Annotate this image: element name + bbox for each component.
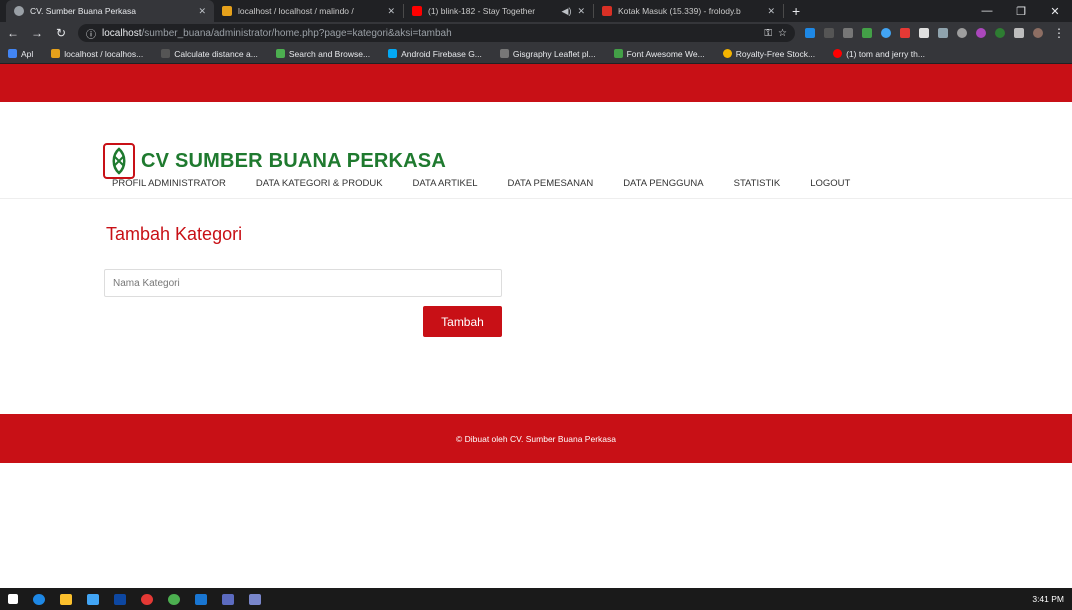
tab-title: localhost / localhost / malindo /: [238, 6, 354, 16]
extension-icon[interactable]: [805, 28, 815, 38]
bookmarks-bar: Apl localhost / localhos... Calculate di…: [0, 44, 1072, 64]
vscode-icon[interactable]: [195, 593, 207, 605]
tab-title: Kotak Masuk (15.339) - frolody.b: [618, 6, 741, 16]
speaker-icon[interactable]: ◀): [562, 6, 572, 17]
close-icon[interactable]: ✕: [198, 6, 206, 17]
extension-icon[interactable]: [900, 28, 910, 38]
checkmark-app-icon[interactable]: [222, 593, 234, 605]
web-page: CV SUMBER BUANA PERKASA PROFIL ADMINISTR…: [0, 64, 1072, 588]
tambah-button[interactable]: Tambah: [423, 306, 502, 337]
bookmark-favicon-icon: [388, 49, 398, 58]
youtube-icon: [833, 49, 843, 58]
star-icon[interactable]: ☆: [778, 28, 787, 39]
bookmark-item[interactable]: (1) tom and jerry th...: [833, 49, 925, 59]
phpmyadmin-icon: [222, 6, 232, 16]
page-title: Tambah Kategori: [106, 224, 243, 244]
nav-data-pengguna[interactable]: DATA PENGGUNA: [623, 178, 703, 189]
close-icon[interactable]: ✕: [577, 6, 585, 17]
photoshop-icon[interactable]: [114, 593, 126, 605]
bookmark-item[interactable]: Search and Browse...: [275, 49, 370, 59]
bookmark-item[interactable]: localhost / localhos...: [51, 49, 143, 59]
category-name-input[interactable]: [104, 269, 502, 297]
nav-profil-administrator[interactable]: PROFIL ADMINISTRATOR: [112, 178, 226, 189]
avatar[interactable]: [1033, 28, 1043, 38]
extension-icon[interactable]: [843, 28, 853, 38]
url-path: /sumber_buana/administrator/home.php?pag…: [141, 27, 452, 39]
tab-title: CV. Sumber Buana Perkasa: [30, 6, 136, 16]
extension-icon[interactable]: [995, 28, 1005, 38]
bookmark-item[interactable]: Calculate distance a...: [161, 49, 258, 59]
minimize-icon[interactable]: —: [970, 0, 1004, 22]
menu-icon[interactable]: ⋮: [1052, 26, 1066, 40]
bookmark-favicon-icon: [161, 49, 171, 58]
reload-icon[interactable]: ↻: [54, 26, 68, 40]
edge-icon[interactable]: [33, 593, 45, 605]
extension-icon[interactable]: [824, 28, 834, 38]
key-icon[interactable]: ⚿: [764, 28, 772, 39]
extension-icon[interactable]: [881, 28, 891, 38]
main-nav: PROFIL ADMINISTRATOR DATA KATEGORI & PRO…: [112, 178, 880, 189]
top-accent-bar: [0, 64, 1072, 102]
bookmark-item[interactable]: Gisgraphy Leaflet pl...: [499, 49, 596, 59]
extension-icons: ⋮: [805, 26, 1066, 40]
footer: © Dibuat oleh CV. Sumber Buana Perkasa: [0, 414, 1072, 463]
new-tab-button[interactable]: +: [792, 0, 800, 22]
browser-tab-gmail[interactable]: Kotak Masuk (15.339) - frolody.b ✕: [594, 4, 784, 18]
app-icon[interactable]: [249, 593, 261, 605]
apps-grid-icon: [8, 49, 17, 58]
taskbar-clock[interactable]: 3:41 PM: [1032, 594, 1064, 604]
whatsapp-icon[interactable]: [168, 593, 180, 605]
gmail-icon: [602, 6, 612, 16]
bookmark-favicon-icon: [499, 49, 509, 58]
windows-start-icon[interactable]: [8, 594, 18, 604]
extension-icon[interactable]: [957, 28, 967, 38]
forward-icon[interactable]: →: [30, 26, 44, 40]
url-bar[interactable]: ⓘ localhost/sumber_buana/administrator/h…: [78, 24, 795, 42]
footer-text: © Dibuat oleh CV. Sumber Buana Perkasa: [456, 433, 616, 444]
address-bar-row: ← → ↻ ⓘ localhost/sumber_buana/administr…: [0, 22, 1072, 44]
windows-taskbar: 3:41 PM: [0, 588, 1072, 610]
file-explorer-icon[interactable]: [60, 593, 72, 605]
browser-tab-phpmyadmin[interactable]: localhost / localhost / malindo / ✕: [214, 4, 404, 18]
company-logo-icon: [103, 143, 135, 179]
bookmark-favicon-icon: [275, 49, 285, 58]
browser-tab-strip: CV. Sumber Buana Perkasa ✕ localhost / l…: [0, 0, 1072, 22]
extension-icon[interactable]: [862, 28, 872, 38]
close-window-icon[interactable]: ✕: [1038, 0, 1072, 22]
teams-icon[interactable]: [87, 593, 99, 605]
info-icon[interactable]: ⓘ: [86, 26, 96, 41]
nav-divider: [0, 198, 1072, 199]
nav-data-artikel[interactable]: DATA ARTIKEL: [413, 178, 478, 189]
youtube-icon: [412, 6, 422, 16]
bookmark-item[interactable]: Royalty-Free Stock...: [722, 49, 815, 59]
extension-icon[interactable]: [938, 28, 948, 38]
bookmark-item[interactable]: Font Awesome We...: [613, 49, 705, 59]
extension-icon[interactable]: [976, 28, 986, 38]
browser-tab-youtube[interactable]: (1) blink-182 - Stay Together ◀) ✕: [404, 4, 594, 18]
close-icon[interactable]: ✕: [387, 6, 395, 17]
reading-list-icon[interactable]: [1014, 28, 1024, 38]
bookmark-favicon-icon: [613, 49, 623, 58]
brand-header[interactable]: CV SUMBER BUANA PERKASA: [103, 143, 446, 179]
phpmyadmin-icon: [51, 49, 61, 58]
bookmark-item[interactable]: Android Firebase G...: [388, 49, 482, 59]
nav-logout[interactable]: LOGOUT: [810, 178, 850, 189]
back-icon[interactable]: ←: [6, 26, 20, 40]
browser-tab-active[interactable]: CV. Sumber Buana Perkasa ✕: [6, 0, 214, 22]
restore-icon[interactable]: ❐: [1004, 0, 1038, 22]
chrome-icon[interactable]: [141, 593, 153, 605]
bookmark-favicon-icon: [722, 49, 732, 58]
tab-title: (1) blink-182 - Stay Together: [428, 6, 536, 16]
nav-data-pemesanan[interactable]: DATA PEMESANAN: [507, 178, 593, 189]
window-controls: — ❐ ✕: [970, 0, 1072, 22]
nav-statistik[interactable]: STATISTIK: [734, 178, 781, 189]
globe-icon: [14, 6, 24, 16]
extension-icon[interactable]: [919, 28, 929, 38]
bookmark-apps[interactable]: Apl: [8, 49, 33, 59]
brand-name: CV SUMBER BUANA PERKASA: [141, 149, 446, 172]
nav-data-kategori-produk[interactable]: DATA KATEGORI & PRODUK: [256, 178, 383, 189]
close-icon[interactable]: ✕: [767, 6, 775, 17]
url-host: localhost: [102, 27, 142, 39]
